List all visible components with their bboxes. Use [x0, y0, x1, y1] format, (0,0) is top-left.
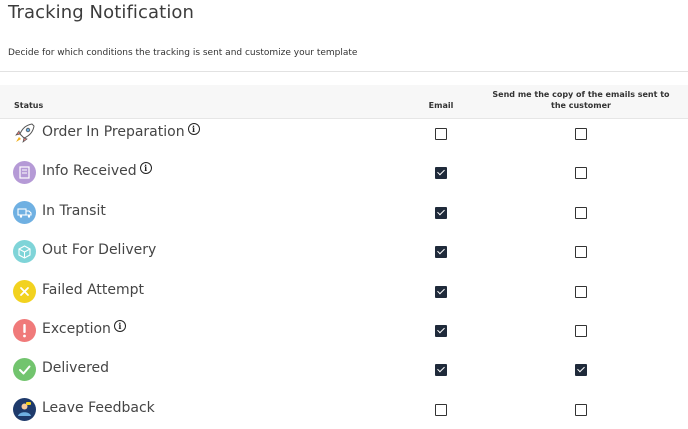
page-subtitle: Decide for which conditions the tracking…	[8, 48, 358, 58]
divider	[0, 71, 688, 72]
table-row: Info Received i	[0, 153, 688, 192]
column-header-email: Email	[428, 101, 454, 110]
status-label: Leave Feedback	[42, 400, 155, 416]
status-label-text: Delivered	[42, 360, 110, 377]
copy-checkbox[interactable]	[575, 206, 587, 219]
email-checkbox[interactable]	[435, 364, 447, 377]
copy-checkbox[interactable]	[575, 325, 587, 337]
email-checkbox[interactable]	[435, 206, 447, 219]
status-label-text: Failed Attempt	[42, 281, 145, 298]
tracking-notification-panel: Tracking Notification Decide for which c…	[0, 0, 688, 429]
copy-checkbox[interactable]	[575, 403, 587, 416]
table-row: Failed Attempt	[0, 272, 688, 311]
status-label: Failed Attempt	[42, 282, 144, 298]
status-label-text: Info Received	[42, 163, 137, 180]
email-checkbox[interactable]	[435, 325, 447, 337]
status-label-text: Order In Preparation	[42, 124, 185, 140]
info-icon[interactable]: i	[139, 162, 152, 175]
email-checkbox[interactable]	[435, 167, 447, 180]
info-icon[interactable]: i	[187, 123, 200, 135]
column-header-status: Status	[14, 101, 44, 110]
truck-icon	[13, 200, 36, 224]
info-icon[interactable]: i	[113, 320, 126, 332]
document-icon	[13, 161, 36, 185]
email-checkbox[interactable]	[435, 128, 447, 140]
status-label: Delivered	[42, 360, 109, 376]
table-row: In Transit	[0, 193, 688, 232]
status-label: In Transit	[42, 203, 106, 219]
copy-checkbox[interactable]	[575, 285, 587, 298]
email-checkbox[interactable]	[435, 246, 447, 259]
status-label: Out For Delivery	[42, 242, 156, 258]
table-row: Out For Delivery	[0, 232, 688, 271]
x-mark-icon	[13, 279, 36, 303]
status-label-text: Exception	[42, 321, 111, 337]
copy-checkbox[interactable]	[575, 167, 587, 180]
copy-checkbox[interactable]	[575, 246, 587, 259]
table-row: Leave Feedback	[0, 390, 688, 429]
status-label: Order In Preparation i	[42, 123, 200, 140]
copy-checkbox[interactable]	[575, 364, 587, 377]
status-label-text: Leave Feedback	[42, 399, 155, 416]
email-checkbox[interactable]	[435, 403, 447, 416]
column-header-copy: Send me the copy of the emails sent to t…	[492, 90, 670, 110]
status-label: Exception i	[42, 320, 126, 337]
box-icon	[13, 240, 36, 264]
copy-checkbox[interactable]	[575, 128, 587, 140]
rocket-icon	[13, 122, 36, 145]
exclamation-icon	[13, 319, 36, 342]
page-title: Tracking Notification	[8, 2, 195, 23]
table-row: Delivered	[0, 350, 688, 389]
checkmark-icon	[13, 358, 36, 382]
email-checkbox[interactable]	[435, 285, 447, 298]
status-label: Info Received i	[42, 162, 152, 180]
status-label-text: Out For Delivery	[42, 242, 157, 259]
status-label-text: In Transit	[42, 202, 106, 219]
table-row: Order In Preparation i	[0, 114, 688, 153]
table-row: Exception i	[0, 311, 688, 350]
person-feedback-icon	[13, 397, 36, 421]
